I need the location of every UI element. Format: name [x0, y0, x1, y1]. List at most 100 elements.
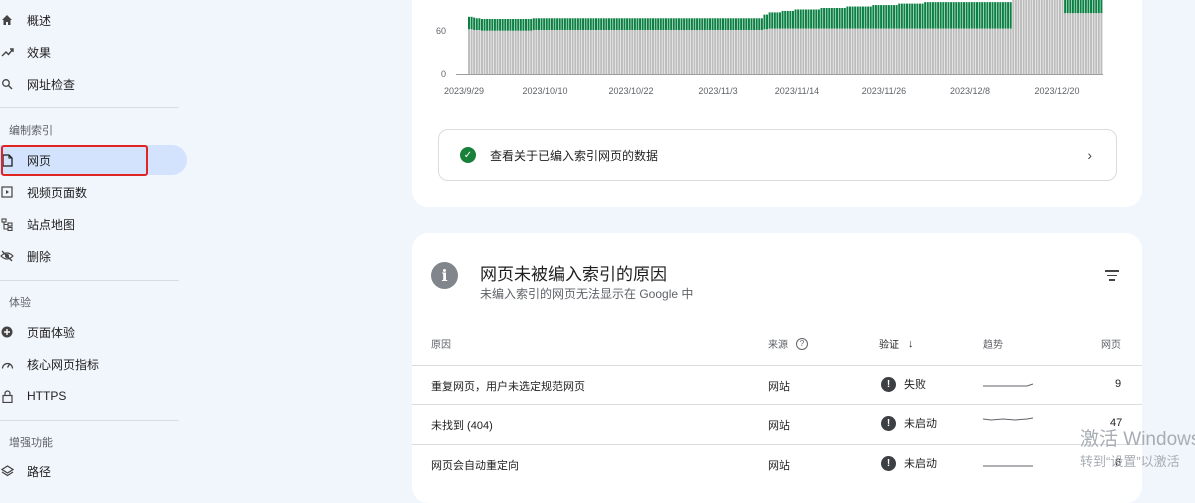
bar-segment-base: [996, 28, 999, 75]
bar-segment-top: [815, 9, 818, 29]
bar-segment-top: [545, 18, 548, 30]
column-header-pages[interactable]: 网页: [1101, 336, 1121, 351]
bar-segment-base: [670, 30, 673, 74]
bar-segment-top: [911, 3, 914, 29]
bar-segment-base: [561, 30, 564, 74]
bar-segment-top: [882, 5, 885, 29]
bar-segment-top: [833, 8, 836, 29]
bar-segment-top: [724, 18, 727, 30]
sidebar-item-core-web-vitals[interactable]: 核心网页指标: [0, 349, 190, 379]
bar-segment-top: [535, 18, 538, 30]
bar-segment-top: [1100, 0, 1103, 14]
bar-segment-top: [631, 18, 634, 30]
bar-segment-base: [512, 30, 515, 74]
bar-segment-top: [877, 5, 880, 29]
bar-segment-base: [968, 28, 971, 75]
bar-segment-base: [1035, 0, 1038, 74]
sidebar-item-breadcrumbs[interactable]: 路径: [0, 456, 190, 486]
bar-segment-base: [895, 28, 898, 75]
source-cell: 网站: [768, 460, 790, 472]
section-label-experience: 体验: [9, 297, 31, 309]
bar-segment-top: [1007, 2, 1010, 29]
bar-segment-base: [506, 30, 509, 74]
bar-segment-top: [714, 18, 717, 30]
bar-segment-top: [812, 9, 815, 29]
bar-segment-base: [631, 30, 634, 74]
bar-segment-base: [597, 30, 600, 74]
validation-status: 未启动: [904, 418, 937, 430]
bar-segment-top: [760, 18, 763, 30]
bar-segment-top: [771, 12, 774, 29]
bar-segment-top: [750, 18, 753, 30]
bar-segment-base: [662, 30, 665, 74]
column-header-source[interactable]: 来源 ?: [768, 336, 808, 351]
bar-segment-base: [874, 28, 877, 75]
bar-segment-top: [841, 8, 844, 29]
bar-segment-top: [675, 18, 678, 30]
bar-segment-base: [545, 30, 548, 74]
bar-segment-top: [944, 2, 947, 29]
bar-segment-top: [709, 18, 712, 30]
bar-segment-base: [970, 28, 973, 75]
bar-segment-base: [898, 28, 901, 75]
bar-segment-top: [996, 2, 999, 29]
view-indexed-pages-link[interactable]: ✓ 查看关于已编入索引网页的数据 ›: [438, 129, 1117, 181]
bar-segment-top: [662, 18, 665, 30]
reason-cell: 网页会自动重定向: [431, 460, 519, 472]
bar-segment-base: [1082, 13, 1085, 74]
sidebar-item-video-pages[interactable]: 视频页面数: [0, 177, 190, 207]
bar-segment-top: [527, 19, 530, 31]
bar-segment-top: [1087, 0, 1090, 14]
bar-segment-top: [506, 19, 509, 31]
bar-segment-base: [742, 30, 745, 74]
validation-cell: ! 未启动: [881, 415, 937, 431]
bar-segment-top: [934, 2, 937, 29]
bar-segment-base: [690, 30, 693, 74]
bar-segment-base: [815, 28, 818, 75]
y-tick-label: 60: [436, 26, 446, 36]
bar-segment-top: [569, 18, 572, 30]
bar-segment-base: [1077, 13, 1080, 74]
bar-segment-base: [483, 30, 486, 74]
bar-segment-top: [869, 6, 872, 29]
column-header-reason[interactable]: 原因: [431, 336, 451, 351]
bar-segment-top: [550, 18, 553, 30]
sidebar-item-page-experience[interactable]: 页面体验: [0, 317, 190, 347]
bar-segment-base: [571, 30, 574, 74]
bar-segment-top: [942, 2, 945, 29]
bar-segment-base: [960, 28, 963, 75]
speed-icon: [0, 357, 14, 371]
bar-segment-base: [641, 30, 644, 74]
activation-watermark: 激活 Windows: [1080, 429, 1195, 450]
bar-segment-base: [952, 28, 955, 75]
column-header-trend: 趋势: [983, 340, 1003, 351]
bar-segment-base: [823, 28, 826, 75]
filter-icon[interactable]: [1105, 270, 1119, 284]
sidebar-item-sitemaps[interactable]: 站点地图: [0, 209, 190, 239]
bar-segment-top: [659, 18, 662, 30]
help-icon[interactable]: ?: [796, 337, 808, 350]
bar-segment-top: [1079, 0, 1082, 14]
bar-segment-base: [758, 30, 761, 74]
bar-segment-base: [833, 28, 836, 75]
sidebar-item-removals[interactable]: 删除: [0, 241, 190, 271]
bar-segment-base: [491, 30, 494, 74]
x-tick-label: 2023/11/26: [862, 86, 906, 96]
bar-segment-base: [525, 30, 528, 74]
bar-segment-top: [921, 3, 924, 29]
sidebar-item-https[interactable]: HTTPS: [0, 381, 190, 411]
bar-segment-base: [683, 30, 686, 74]
bar-segment-base: [1069, 13, 1072, 74]
bar-segment-top: [729, 18, 732, 30]
x-tick-label: 2023/10/10: [522, 86, 567, 96]
bar-segment-base: [965, 28, 968, 75]
column-header-validation[interactable]: 验证 ↓: [879, 336, 914, 352]
sidebar-item-label: 删除: [27, 249, 52, 264]
bar-segment-base: [654, 30, 657, 74]
bar-segment-base: [745, 30, 748, 74]
bar-segment-base: [880, 28, 883, 75]
card-title: 网页未被编入索引的原因: [480, 265, 667, 284]
bar-segment-top: [900, 3, 903, 29]
bar-segment-base: [644, 30, 647, 74]
reason-cell: 未找到 (404): [431, 420, 493, 432]
